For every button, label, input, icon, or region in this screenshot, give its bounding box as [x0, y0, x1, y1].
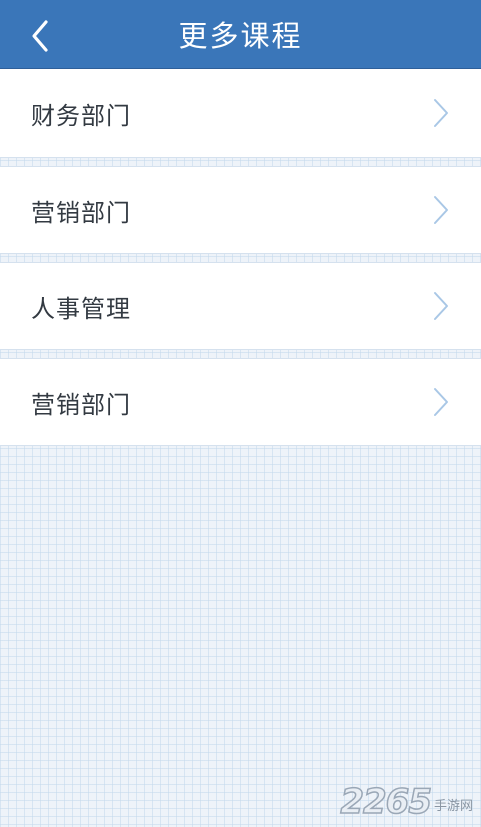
chevron-right-icon [434, 99, 448, 127]
list-item-label: 人事管理 [31, 294, 131, 323]
list-item-hr[interactable]: 人事管理 [0, 262, 481, 350]
watermark-logo: 2265 手游网 [340, 782, 473, 822]
header-bar: 更多课程 [0, 0, 481, 69]
chevron-right-icon [434, 196, 448, 224]
list-item-label: 营销部门 [31, 390, 131, 419]
list-item-marketing[interactable]: 营销部门 [0, 166, 481, 254]
watermark-digits: 2265 [340, 782, 433, 822]
list-item-label: 营销部门 [31, 198, 131, 227]
watermark-text: 手游网 [433, 799, 473, 814]
chevron-right-icon [434, 292, 448, 320]
page-title: 更多课程 [178, 19, 303, 53]
chevron-right-icon [434, 388, 448, 416]
list-item-label: 财务部门 [31, 101, 131, 130]
course-list: 财务部门 营销部门 人事管理 营销部门 [0, 69, 481, 446]
list-item-finance[interactable]: 财务部门 [0, 69, 481, 158]
list-item-marketing-2[interactable]: 营销部门 [0, 358, 481, 446]
